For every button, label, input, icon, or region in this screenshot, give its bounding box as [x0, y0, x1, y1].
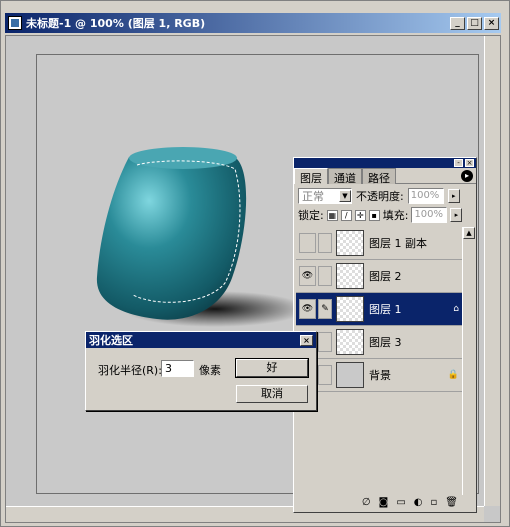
fill-slider-button[interactable]: ▸	[450, 208, 463, 222]
brush-icon[interactable]: ✎	[318, 299, 332, 319]
palette-close-button[interactable]: ×	[465, 159, 474, 167]
layer-row[interactable]: 图层 3	[296, 326, 464, 359]
link-toggle[interactable]	[318, 365, 332, 385]
layer-name: 图层 1 副本	[369, 237, 427, 250]
layer-thumbnail	[336, 263, 364, 289]
lock-all-icon[interactable]: ▪	[368, 209, 380, 221]
lock-label: 锁定:	[298, 209, 324, 222]
opacity-slider-button[interactable]: ▸	[447, 188, 460, 203]
layer-style-icon: ⌂	[453, 304, 459, 314]
blend-mode-select[interactable]: 正常 ▼	[298, 187, 352, 204]
layer-thumbnail	[336, 296, 364, 322]
layer-list-scrollbar[interactable]: ▲	[462, 227, 475, 495]
ok-button[interactable]: 好	[235, 358, 309, 378]
eye-icon[interactable]: 👁	[299, 266, 316, 286]
opacity-input[interactable]: 100%	[407, 187, 444, 204]
lock-paint-icon[interactable]: /	[340, 209, 352, 221]
add-mask-button[interactable]: ◙	[379, 497, 389, 508]
layer-style-button[interactable]: ∅	[362, 497, 371, 508]
layer-name: 图层 3	[369, 336, 402, 349]
dialog-close-button[interactable]: ×	[300, 334, 313, 346]
feather-radius-label: 羽化半径(R):	[98, 364, 162, 377]
layers-palette: - × 图层 通道 路径 ▸ 正常 ▼ 不透明度: 100% ▸ 锁定: ▦ /…	[293, 157, 477, 513]
link-toggle[interactable]	[318, 233, 332, 253]
lock-fill-row: 锁定: ▦ / ✛ ▪ 填充: 100% ▸	[294, 204, 476, 224]
scroll-up-arrow-icon[interactable]: ▲	[463, 227, 475, 239]
document-icon	[8, 16, 22, 30]
tab-channels[interactable]: 通道	[328, 168, 362, 185]
palette-menu-icon[interactable]: ▸	[461, 170, 473, 182]
palette-title-bar[interactable]: - ×	[294, 158, 476, 168]
document-title: 未标题-1 @ 100% (图层 1, RGB)	[26, 17, 206, 30]
maximize-button[interactable]: □	[467, 16, 482, 30]
layer-name: 背景	[369, 369, 391, 382]
chevron-down-icon[interactable]: ▼	[339, 189, 351, 202]
palette-minimize-button[interactable]: -	[454, 159, 463, 167]
document-title-bar[interactable]: 未标题-1 @ 100% (图层 1, RGB) _ □ ×	[5, 13, 501, 33]
photoshop-window: 未标题-1 @ 100% (图层 1, RGB) _ □ × - × 图层 通道…	[0, 0, 510, 527]
opacity-label: 不透明度:	[356, 189, 404, 203]
blend-opacity-row: 正常 ▼ 不透明度: 100% ▸	[294, 184, 476, 204]
tab-layers[interactable]: 图层	[294, 168, 328, 185]
layer-row-selected[interactable]: 👁 ✎ 图层 1 ⌂	[296, 293, 464, 326]
minimize-button[interactable]: _	[450, 16, 465, 30]
layer-name: 图层 2	[369, 270, 402, 283]
lock-transparency-icon[interactable]: ▦	[326, 209, 338, 221]
new-set-button[interactable]: ▭	[396, 497, 405, 508]
vertical-scrollbar[interactable]	[484, 36, 500, 506]
palette-tabs: 图层 通道 路径 ▸	[294, 168, 476, 185]
layer-list: 图层 1 副本 👁 图层 2 👁 ✎ 图层 1 ⌂ 图层 3 背景 🔒	[296, 227, 464, 395]
layer-row[interactable]: 背景 🔒	[296, 359, 464, 392]
feather-unit-label: 像素	[199, 364, 221, 377]
layer-name: 图层 1	[369, 303, 402, 316]
link-toggle[interactable]	[318, 266, 332, 286]
layer-thumbnail	[336, 329, 364, 355]
new-layer-button[interactable]: ▫	[431, 497, 438, 508]
palette-bottom-bar: ∅ ◙ ▭ ◐ ▫ 🗑	[296, 494, 474, 510]
feather-radius-input[interactable]: 3	[161, 360, 194, 377]
trash-icon[interactable]: 🗑	[445, 497, 458, 508]
lock-icon: 🔒	[447, 370, 459, 380]
link-toggle[interactable]	[318, 332, 332, 352]
layer-thumbnail	[336, 362, 364, 388]
tab-paths[interactable]: 路径	[362, 168, 396, 185]
feather-selection-dialog: 羽化选区 × 羽化半径(R): 3 像素 好 取消	[85, 331, 317, 411]
close-button[interactable]: ×	[484, 16, 499, 30]
visibility-toggle[interactable]	[299, 233, 316, 253]
blend-mode-value: 正常	[302, 189, 324, 203]
fill-input[interactable]: 100%	[411, 207, 448, 223]
adjustment-layer-button[interactable]: ◐	[414, 497, 423, 508]
dialog-title-bar[interactable]: 羽化选区 ×	[86, 332, 316, 348]
eye-icon[interactable]: 👁	[299, 299, 316, 319]
layer-row[interactable]: 图层 1 副本	[296, 227, 464, 260]
layer-thumbnail	[336, 230, 364, 256]
fill-label: 填充:	[382, 209, 409, 222]
dialog-title: 羽化选区	[89, 334, 133, 347]
layer-row[interactable]: 👁 图层 2	[296, 260, 464, 293]
lock-move-icon[interactable]: ✛	[354, 209, 366, 221]
cancel-button[interactable]: 取消	[236, 385, 308, 403]
